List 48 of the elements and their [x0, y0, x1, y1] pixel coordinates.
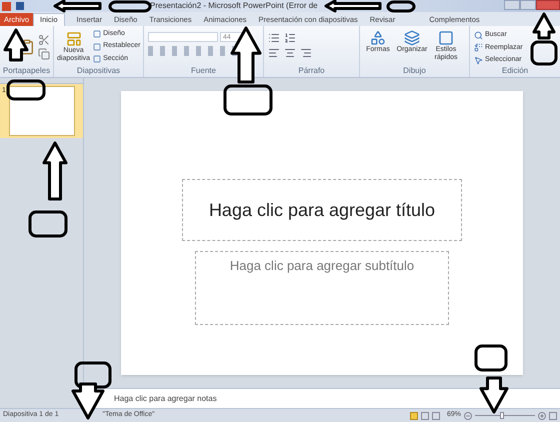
annotation-arrow — [42, 142, 68, 200]
layers-icon — [404, 30, 420, 46]
close-button[interactable] — [536, 0, 560, 10]
annotation-arrow — [4, 28, 28, 62]
group-label: Edición — [500, 67, 530, 77]
annotation-arrow — [324, 0, 382, 12]
zoom-thumb[interactable] — [500, 412, 504, 419]
callout-box — [530, 40, 558, 66]
callout-box — [224, 84, 272, 116]
search-icon — [474, 30, 483, 40]
annotation-arrow — [532, 12, 556, 40]
title-placeholder[interactable]: Haga clic para agregar título — [182, 179, 462, 241]
zoom-out-icon — [464, 412, 472, 420]
shapes-icon — [370, 30, 386, 46]
maximize-button[interactable] — [520, 0, 536, 10]
app-icon — [2, 2, 11, 10]
annotation-arrow — [54, 0, 102, 12]
group-label: Dibujo — [402, 67, 427, 77]
fit-window-icon[interactable] — [549, 412, 557, 420]
callout-box — [6, 80, 46, 100]
group-label: Diapositivas — [76, 67, 122, 77]
window-title: Presentación2 - Microsoft PowerPoint (Error de — [150, 0, 318, 12]
pointer-icon — [474, 56, 483, 65]
normal-view-icon[interactable] — [410, 412, 418, 420]
subtitle-placeholder[interactable]: Haga clic para agregar subtítulo — [195, 251, 449, 325]
callout-box — [28, 210, 68, 238]
font-name-field[interactable] — [148, 32, 218, 42]
group-label: Portapapeles — [2, 67, 52, 77]
minimize-button[interactable] — [504, 0, 520, 10]
group-label: Párrafo — [297, 67, 326, 77]
align-left-icon — [268, 47, 280, 59]
align-center-icon — [284, 47, 296, 59]
reading-view-icon[interactable] — [432, 412, 440, 420]
scissors-icon — [38, 34, 50, 46]
callout-box — [474, 344, 508, 372]
replace-icon — [474, 43, 483, 52]
align-right-icon — [300, 47, 312, 59]
numbering-icon — [284, 32, 296, 44]
group-label: Fuente — [190, 67, 217, 77]
copy-icon — [38, 48, 50, 60]
sorter-view-icon[interactable] — [420, 412, 429, 420]
slide-icon — [66, 30, 82, 46]
callout-box — [386, 0, 416, 12]
callout-box — [108, 0, 152, 12]
square-icon — [438, 30, 454, 46]
annotation-arrow — [230, 26, 262, 84]
zoom-in-icon — [538, 412, 546, 420]
notes-placeholder[interactable]: Haga clic para agregar notas — [114, 392, 217, 404]
